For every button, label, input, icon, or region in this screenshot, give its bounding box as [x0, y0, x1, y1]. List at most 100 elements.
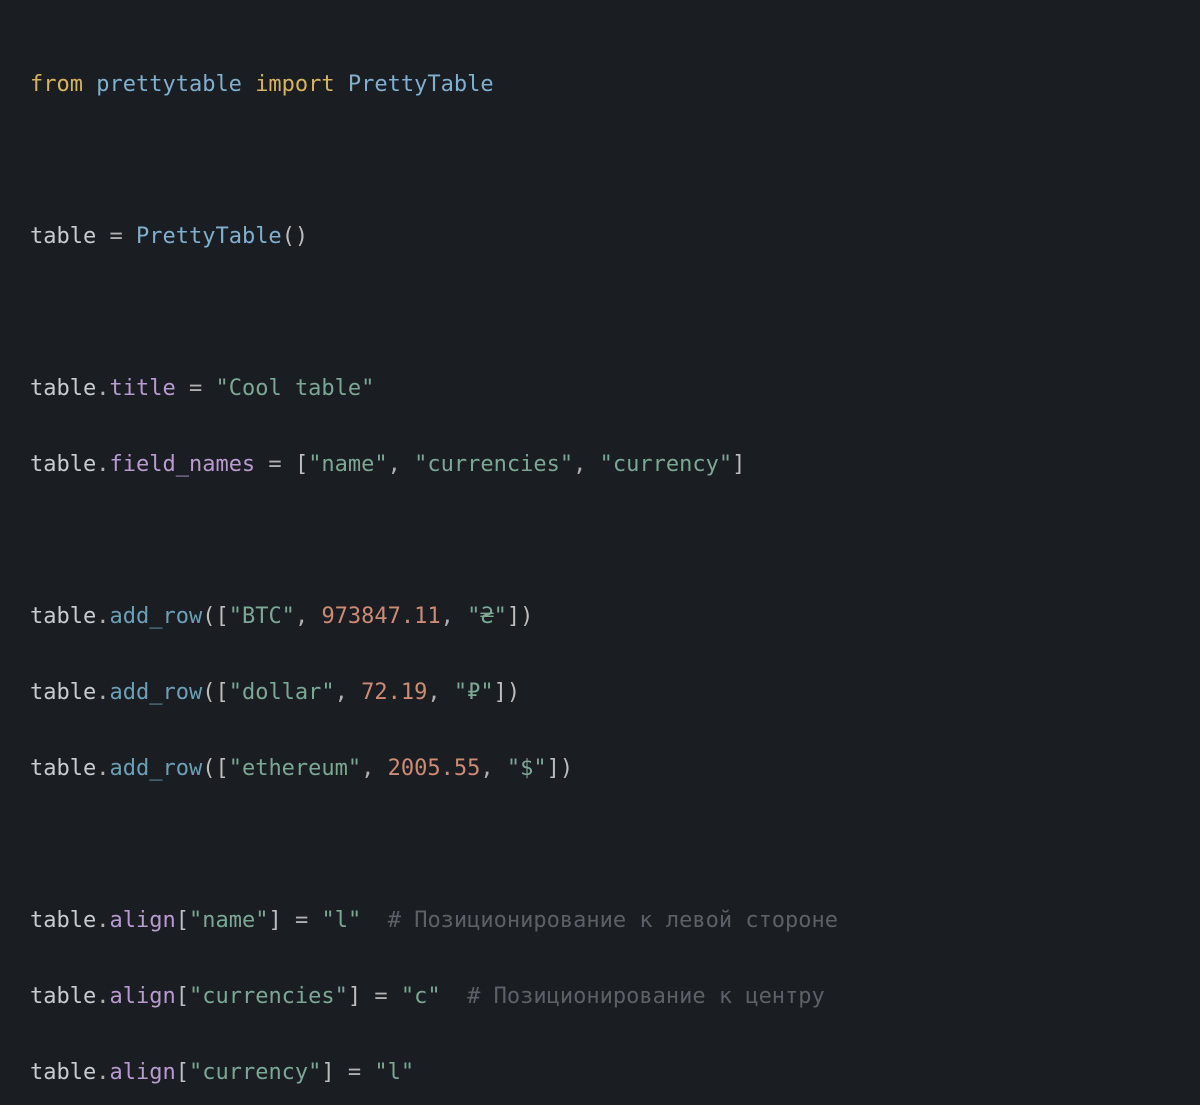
code-line: table.title = "Cool table" — [30, 370, 1170, 408]
string-literal: "dollar" — [229, 680, 335, 705]
operator-assign: = — [335, 1060, 375, 1085]
identifier: table — [30, 1060, 96, 1085]
bracket-open: [ — [176, 908, 189, 933]
code-line-blank — [30, 826, 1170, 864]
bracket-close: ] — [321, 1060, 334, 1085]
string-literal: "₽" — [454, 680, 494, 705]
identifier: table — [30, 224, 96, 249]
keyword-from: from — [30, 72, 83, 97]
code-line: table.align["currency"] = "l" — [30, 1054, 1170, 1092]
bracket-open: [ — [215, 604, 228, 629]
paren-close: ) — [520, 604, 533, 629]
bracket-close: ] — [507, 604, 520, 629]
attribute: align — [109, 908, 175, 933]
bracket-close: ] — [547, 756, 560, 781]
bracket-close: ] — [732, 452, 745, 477]
paren-open: ( — [202, 680, 215, 705]
identifier: table — [30, 680, 96, 705]
attribute: align — [109, 984, 175, 1009]
method-call: add_row — [109, 680, 202, 705]
dot: . — [96, 376, 109, 401]
bracket-close: ] — [494, 680, 507, 705]
bracket-open: [ — [295, 452, 308, 477]
comma: , — [295, 604, 322, 629]
dot: . — [96, 984, 109, 1009]
bracket-open: [ — [215, 756, 228, 781]
string-literal: "ethereum" — [229, 756, 361, 781]
identifier: table — [30, 908, 96, 933]
keyword-import: import — [255, 72, 334, 97]
bracket-close: ] — [268, 908, 281, 933]
operator-assign: = — [282, 908, 322, 933]
comma: , — [335, 680, 362, 705]
code-line-blank — [30, 522, 1170, 560]
code-line: table.align["name"] = "l" # Позициониров… — [30, 902, 1170, 940]
comma: , — [573, 452, 600, 477]
paren-open: ( — [202, 604, 215, 629]
string-literal: "name" — [189, 908, 268, 933]
comma: , — [388, 452, 415, 477]
code-line: table.add_row(["ethereum", 2005.55, "$"]… — [30, 750, 1170, 788]
code-line: table.align["currencies"] = "c" # Позици… — [30, 978, 1170, 1016]
string-literal: "currency" — [189, 1060, 321, 1085]
comma: , — [480, 756, 507, 781]
code-line: table.field_names = ["name", "currencies… — [30, 446, 1170, 484]
parens: () — [282, 224, 309, 249]
code-line-blank — [30, 142, 1170, 180]
identifier: table — [30, 984, 96, 1009]
comment: # Позиционирование к левой стороне — [388, 908, 838, 933]
identifier: table — [30, 376, 96, 401]
identifier: table — [30, 604, 96, 629]
module-name: prettytable — [96, 72, 242, 97]
class-name: PrettyTable — [348, 72, 494, 97]
spacing — [361, 908, 388, 933]
paren-open: ( — [202, 756, 215, 781]
paren-close: ) — [507, 680, 520, 705]
code-line-blank — [30, 294, 1170, 332]
string-literal: "Cool table" — [215, 376, 374, 401]
dot: . — [96, 680, 109, 705]
operator-assign: = — [255, 452, 295, 477]
bracket-open: [ — [176, 984, 189, 1009]
code-line: table = PrettyTable() — [30, 218, 1170, 256]
string-literal: "c" — [401, 984, 441, 1009]
string-literal: "BTC" — [229, 604, 295, 629]
code-editor[interactable]: from prettytable import PrettyTable tabl… — [0, 0, 1200, 1105]
string-literal: "name" — [308, 452, 387, 477]
dot: . — [96, 452, 109, 477]
bracket-open: [ — [215, 680, 228, 705]
number-literal: 72.19 — [361, 680, 427, 705]
attribute: align — [109, 1060, 175, 1085]
class-name: PrettyTable — [136, 224, 282, 249]
number-literal: 2005.55 — [388, 756, 481, 781]
attribute: field_names — [109, 452, 255, 477]
dot: . — [96, 604, 109, 629]
number-literal: 973847.11 — [321, 604, 440, 629]
string-literal: "currencies" — [414, 452, 573, 477]
operator-assign: = — [109, 224, 122, 249]
string-literal: "currency" — [600, 452, 732, 477]
spacing — [441, 984, 468, 1009]
method-call: add_row — [109, 756, 202, 781]
code-line: table.add_row(["BTC", 973847.11, "₴"]) — [30, 598, 1170, 636]
string-literal: "currencies" — [189, 984, 348, 1009]
dot: . — [96, 756, 109, 781]
dot: . — [96, 908, 109, 933]
comma: , — [361, 756, 388, 781]
code-line: table.add_row(["dollar", 72.19, "₽"]) — [30, 674, 1170, 712]
operator-assign: = — [176, 376, 216, 401]
string-literal: "₴" — [467, 604, 507, 629]
comment: # Позиционирование к центру — [467, 984, 825, 1009]
code-line: from prettytable import PrettyTable — [30, 66, 1170, 104]
attribute: title — [109, 376, 175, 401]
operator-assign: = — [361, 984, 401, 1009]
comma: , — [441, 604, 468, 629]
paren-close: ) — [560, 756, 573, 781]
identifier: table — [30, 756, 96, 781]
comma: , — [427, 680, 454, 705]
bracket-close: ] — [348, 984, 361, 1009]
string-literal: "l" — [374, 1060, 414, 1085]
string-literal: "$" — [507, 756, 547, 781]
method-call: add_row — [109, 604, 202, 629]
identifier: table — [30, 452, 96, 477]
